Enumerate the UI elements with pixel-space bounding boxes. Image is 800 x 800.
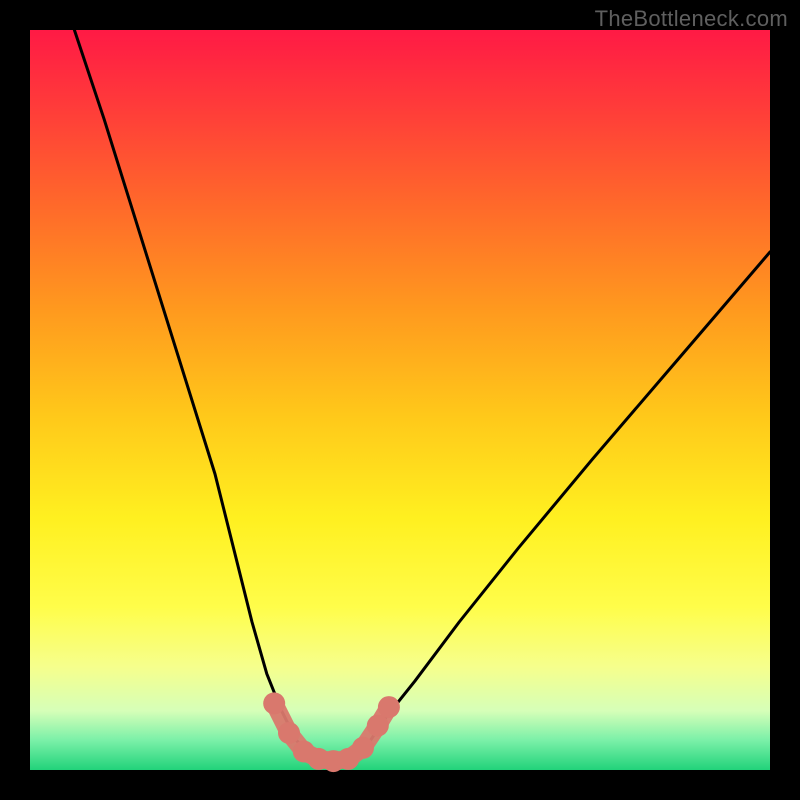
chart-stage: TheBottleneck.com [0, 0, 800, 800]
marker-dot [352, 737, 374, 759]
bottleneck-curve [74, 30, 770, 763]
chart-svg [30, 30, 770, 770]
watermark-text: TheBottleneck.com [595, 6, 788, 32]
plot-area [30, 30, 770, 770]
marker-dot [367, 715, 389, 737]
curve-path [74, 30, 770, 763]
marker-dot [378, 696, 400, 718]
marker-dot [278, 722, 300, 744]
marker-dot [263, 692, 285, 714]
highlight-markers [263, 692, 400, 772]
